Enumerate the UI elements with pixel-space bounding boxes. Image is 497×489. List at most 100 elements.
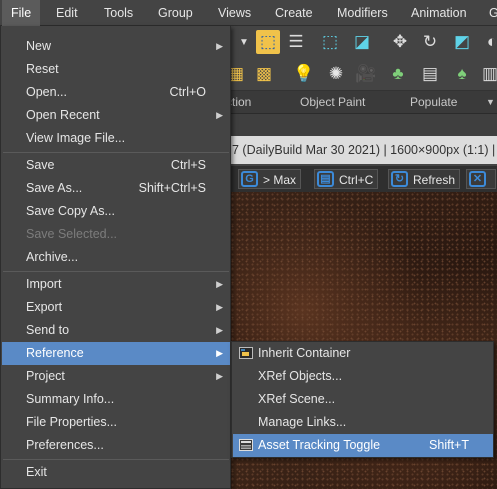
submenu-arrow-icon: ▶: [216, 348, 223, 358]
submenu-arrow-icon: ▶: [216, 371, 223, 381]
submenu-item-label: Manage Links...: [258, 415, 347, 429]
menu-separator: [3, 271, 229, 272]
asset-tracking-icon: [239, 439, 253, 451]
refresh-label: Refresh: [413, 173, 456, 187]
render-window-toolbar: G > Max ▤ Ctrl+C ↻ Refresh ✕: [220, 166, 497, 192]
refresh-button[interactable]: ↻ Refresh: [388, 169, 461, 189]
menu-separator: [3, 459, 229, 460]
menu-item-label: Save Selected...: [26, 227, 118, 241]
move-icon[interactable]: ✥: [388, 30, 412, 54]
ribbon-expand-icon[interactable]: ▼: [486, 97, 495, 107]
ribbon-tabs: ction Object Paint Populate ▼: [220, 90, 497, 114]
placement-icon[interactable]: ◐: [480, 30, 497, 54]
menu-tools[interactable]: Tools: [95, 0, 142, 26]
submenu-item-xref-objects[interactable]: XRef Objects...: [233, 365, 493, 388]
main-toolbar: ▼ ⬚ ☰ ⬚ ◪ ✥ ↻ ◩ ◐: [220, 26, 497, 58]
submenu-item-xref-scene[interactable]: XRef Scene...: [233, 388, 493, 411]
copy-to-max-label: > Max: [263, 173, 297, 187]
submenu-item-label: XRef Scene...: [258, 392, 336, 406]
submenu-item-shortcut: Shift+T: [429, 438, 469, 452]
menu-item-label: Archive...: [26, 250, 79, 264]
menu-item-label: Reference: [26, 346, 84, 360]
render-window-title-text: 7 (DailyBuild Mar 30 2021) | 1600×900px …: [232, 143, 497, 157]
menu-item-shortcut: Ctrl+S: [170, 158, 206, 172]
ribbon-tab-populate[interactable]: Populate: [410, 95, 457, 109]
light-bulb-icon[interactable]: 💡: [292, 62, 316, 86]
submenu-item-inherit-container[interactable]: Inherit Container: [233, 342, 493, 365]
menu-separator: [3, 152, 229, 153]
submenu-item-label: XRef Objects...: [258, 369, 343, 383]
scale-icon[interactable]: ◩: [450, 30, 474, 54]
rotate-icon[interactable]: ↻: [418, 30, 442, 54]
menu-modifiers[interactable]: Modifiers: [328, 0, 397, 26]
region-select-icon[interactable]: ⬚: [318, 30, 342, 54]
window-crossing-icon[interactable]: ◪: [350, 30, 374, 54]
camera-icon[interactable]: 🎥: [354, 62, 378, 86]
menu-graph[interactable]: G: [480, 0, 497, 26]
menu-create[interactable]: Create: [266, 0, 322, 26]
menu-item-label: Save Copy As...: [26, 204, 115, 218]
sun-icon[interactable]: ✺: [324, 62, 348, 86]
menu-item-summary-info[interactable]: Summary Info...: [2, 388, 230, 411]
max-icon: G: [241, 171, 258, 187]
menu-item-import[interactable]: Import ▶: [2, 273, 230, 296]
copy-image-button[interactable]: ▤ Ctrl+C: [314, 169, 379, 189]
close-button[interactable]: ✕: [466, 169, 496, 189]
menu-item-new[interactable]: New ▶: [2, 35, 230, 58]
submenu-arrow-icon: ▶: [216, 325, 223, 335]
refresh-icon: ↻: [391, 171, 408, 187]
menu-item-label: Open...: [26, 85, 67, 99]
material-editor-icon[interactable]: ▤: [418, 62, 442, 86]
menu-item-save[interactable]: Save Ctrl+S: [2, 154, 230, 177]
container-icon[interactable]: ▩: [252, 62, 276, 86]
menu-item-open-recent[interactable]: Open Recent ▶: [2, 104, 230, 127]
menu-item-save-copy-as[interactable]: Save Copy As...: [2, 200, 230, 223]
menu-item-exit[interactable]: Exit: [2, 461, 230, 484]
trees-icon[interactable]: ♣: [386, 62, 410, 86]
menu-item-label: Exit: [26, 465, 47, 479]
menu-item-send-to[interactable]: Send to ▶: [2, 319, 230, 342]
menu-animation[interactable]: Animation: [402, 0, 476, 26]
foliage-icon[interactable]: ♠: [450, 62, 474, 86]
menu-item-shortcut: Ctrl+O: [169, 85, 206, 99]
copy-to-max-button[interactable]: G > Max: [238, 169, 302, 189]
menu-views[interactable]: Views: [209, 0, 260, 26]
menu-item-save-as[interactable]: Save As... Shift+Ctrl+S: [2, 177, 230, 200]
select-by-name-icon[interactable]: ☰: [284, 30, 308, 54]
submenu-item-label: Inherit Container: [258, 346, 351, 360]
select-object-icon[interactable]: ⬚: [256, 30, 280, 54]
menu-item-reference[interactable]: Reference ▶: [2, 342, 230, 365]
menu-item-export[interactable]: Export ▶: [2, 296, 230, 319]
menu-edit[interactable]: Edit: [47, 0, 87, 26]
menu-item-archive[interactable]: Archive...: [2, 246, 230, 269]
submenu-arrow-icon: ▶: [216, 302, 223, 312]
menu-item-label: Send to: [26, 323, 70, 337]
menu-item-shortcut: Shift+Ctrl+S: [138, 181, 206, 195]
menu-item-open[interactable]: Open... Ctrl+O: [2, 81, 230, 104]
close-icon: ✕: [469, 171, 486, 187]
menu-bar: File Edit Tools Group Views Create Modif…: [0, 0, 497, 26]
reference-submenu: Inherit Container XRef Objects... XRef S…: [231, 341, 494, 458]
ribbon-tab-object-paint[interactable]: Object Paint: [300, 95, 365, 109]
menu-item-file-properties[interactable]: File Properties...: [2, 411, 230, 434]
menu-item-label: Import: [26, 277, 62, 291]
inherit-container-icon: [239, 347, 253, 359]
submenu-arrow-icon: ▶: [216, 110, 223, 120]
copy-image-label: Ctrl+C: [339, 173, 374, 187]
dropdown-arrow-icon[interactable]: ▼: [232, 30, 256, 54]
submenu-item-asset-tracking-toggle[interactable]: Asset Tracking Toggle Shift+T: [233, 434, 493, 457]
menu-group[interactable]: Group: [149, 0, 202, 26]
menu-item-label: Save: [26, 158, 55, 172]
submenu-item-label: Asset Tracking Toggle: [258, 438, 381, 452]
submenu-item-manage-links[interactable]: Manage Links...: [233, 411, 493, 434]
file-menu: New ▶ Reset Open... Ctrl+O Open Recent ▶ Vi…: [0, 26, 231, 489]
submenu-arrow-icon: ▶: [216, 41, 223, 51]
menu-file[interactable]: File: [2, 0, 41, 26]
menu-item-project[interactable]: Project ▶: [2, 365, 230, 388]
menu-item-preferences[interactable]: Preferences...: [2, 434, 230, 457]
ribbon-panel: [220, 114, 497, 136]
render-icon[interactable]: ▥: [478, 62, 497, 86]
menu-item-reset[interactable]: Reset: [2, 58, 230, 81]
menu-item-view-image-file[interactable]: View Image File...: [2, 127, 230, 150]
menu-item-label: File Properties...: [26, 415, 118, 429]
